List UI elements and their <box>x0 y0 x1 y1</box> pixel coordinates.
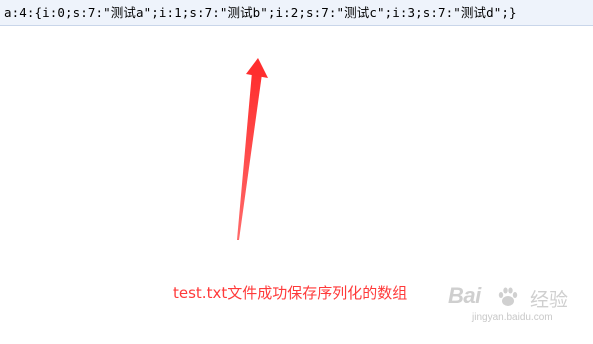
arrow-head <box>246 58 268 78</box>
watermark-logo-text: Bai <box>448 283 481 308</box>
watermark-url: jingyan.baidu.com <box>472 312 553 323</box>
watermark-jingyan-text: 经验 <box>530 289 569 311</box>
baidu-paw-icon <box>498 287 518 306</box>
annotation-caption: test.txt文件成功保存序列化的数组 <box>173 284 408 302</box>
baidu-jingyan-watermark: Bai 经验 jingyan.baidu.com <box>448 283 588 333</box>
arrow-shaft <box>237 72 262 240</box>
